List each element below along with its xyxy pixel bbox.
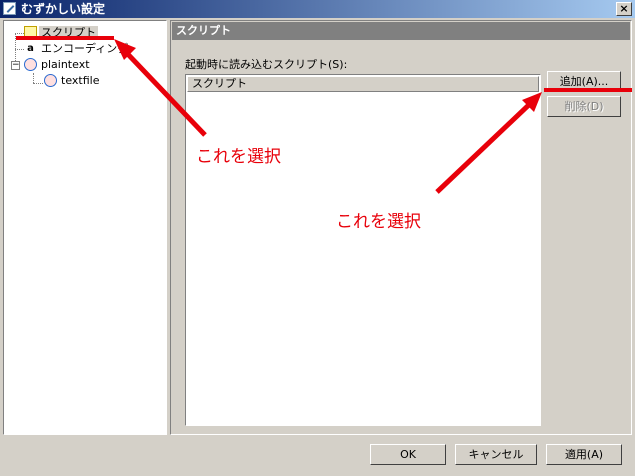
close-icon: × <box>619 2 629 15</box>
tree-item-textfile[interactable]: textfile <box>44 73 101 89</box>
tree-item-label: textfile <box>61 74 100 87</box>
tree-item-label: plaintext <box>41 58 90 71</box>
section-header: スクリプト <box>172 22 630 40</box>
script-icon <box>24 26 37 39</box>
list-caption: 起動時に読み込むスクリプト(S): <box>185 58 348 71</box>
encoding-icon: a <box>27 43 34 54</box>
tree-item-label: エンコーディング <box>41 42 129 55</box>
apply-button[interactable]: 適用(A) <box>546 444 622 465</box>
app-icon <box>3 2 16 15</box>
tree-item-encoding[interactable]: a エンコーディング <box>24 41 130 57</box>
cancel-button[interactable]: キャンセル <box>455 444 537 465</box>
tree-line <box>15 49 24 50</box>
tree-line <box>33 83 43 84</box>
settings-tree[interactable]: スクリプト a エンコーディング − plaintext textfile <box>3 20 167 435</box>
annotation-label: これを選択 <box>336 212 421 232</box>
minus-icon: − <box>12 60 20 70</box>
list-column-header[interactable]: スクリプト <box>187 76 539 92</box>
plugin-icon <box>24 58 37 71</box>
window-title: むずかしい設定 <box>21 2 106 16</box>
tree-item-script[interactable]: スクリプト <box>24 25 98 41</box>
tree-line <box>15 33 24 34</box>
ok-button[interactable]: OK <box>370 444 446 465</box>
tree-item-label: スクリプト <box>39 26 98 39</box>
plugin-icon <box>44 74 57 87</box>
close-button[interactable]: × <box>616 2 632 16</box>
script-list[interactable]: スクリプト <box>185 74 541 426</box>
tree-item-plaintext[interactable]: plaintext <box>24 57 92 73</box>
annotation-label: これを選択 <box>196 147 281 167</box>
tree-line <box>33 73 34 83</box>
collapse-toggle[interactable]: − <box>11 61 20 70</box>
title-bar: むずかしい設定 × <box>0 0 635 18</box>
add-button[interactable]: 追加(A)... <box>547 71 621 92</box>
delete-button[interactable]: 削除(D) <box>547 96 621 117</box>
